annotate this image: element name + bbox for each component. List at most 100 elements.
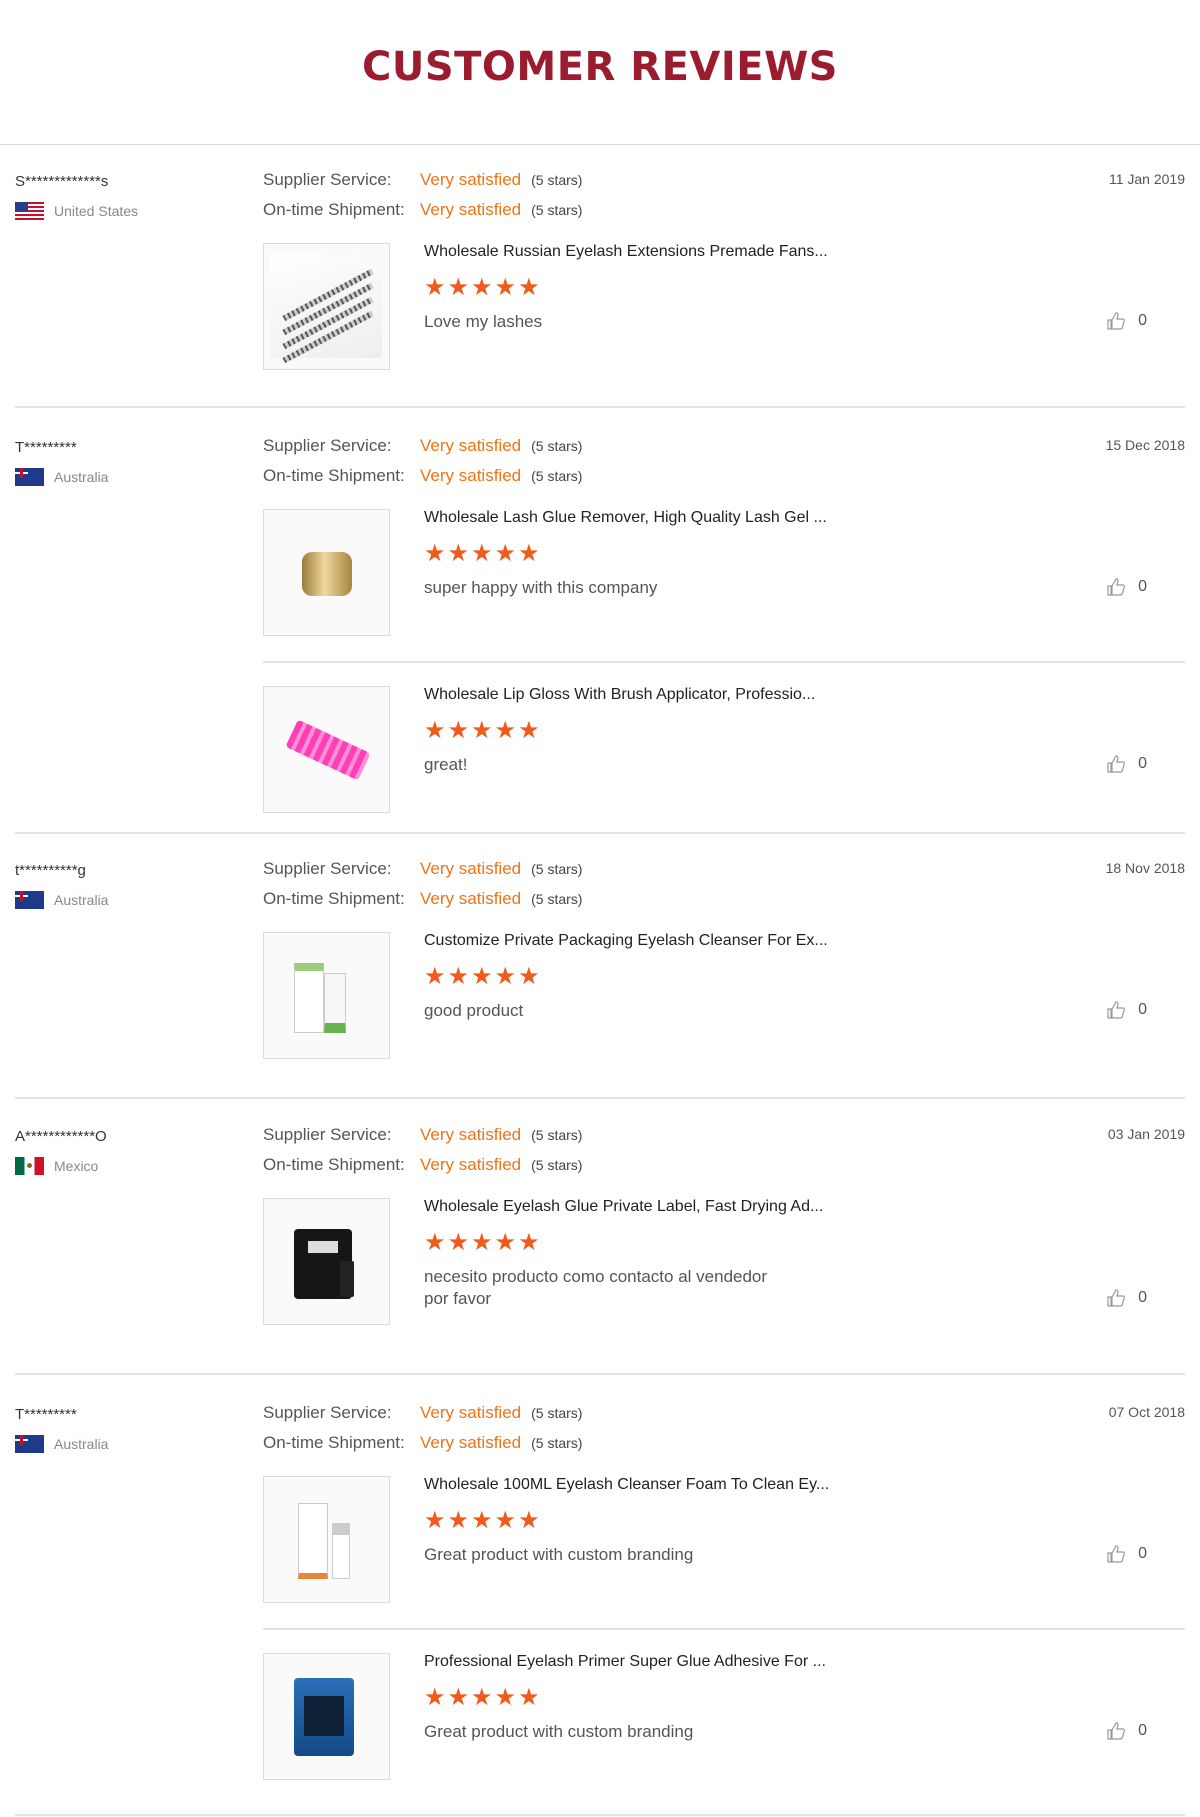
product-name-link[interactable]: Wholesale Lash Glue Remover, High Qualit… [424, 509, 827, 527]
reviewer-name: T********* [15, 1406, 77, 1423]
review-comment: super happy with this company [424, 578, 658, 597]
us-flag-icon [15, 202, 44, 220]
ontime-shipment-value: Very satisfied [420, 466, 522, 485]
like-button[interactable]: 0 [1106, 754, 1147, 774]
rating-stars: ★★★★★ [424, 1507, 542, 1534]
review-comment-line: por favor [424, 1289, 492, 1308]
thumbs-up-icon [1107, 312, 1125, 330]
like-count: 0 [1138, 312, 1147, 329]
australia-flag-icon [15, 468, 44, 486]
ontime-shipment-label: On-time Shipment: [263, 1433, 405, 1452]
ontime-shipment-label: On-time Shipment: [263, 466, 405, 485]
product-thumbnail[interactable] [263, 1476, 390, 1603]
supplier-service-value: Very satisfied [420, 436, 522, 455]
supplier-service-label: Supplier Service: [263, 436, 392, 455]
like-button[interactable]: 0 [1106, 1000, 1147, 1020]
reviewer-country: Australia [15, 1435, 108, 1453]
product-thumbnail[interactable] [263, 509, 390, 636]
supplier-service-stars: (5 stars) [531, 438, 583, 454]
review-date: 18 Nov 2018 [1105, 860, 1185, 876]
ontime-shipment-value: Very satisfied [420, 1433, 522, 1452]
header-divider [0, 144, 1200, 145]
review-date: 07 Oct 2018 [1108, 1404, 1185, 1420]
product-name-link[interactable]: Wholesale Eyelash Glue Private Label, Fa… [424, 1198, 823, 1216]
like-button[interactable]: 0 [1106, 1721, 1147, 1741]
ontime-shipment-stars: (5 stars) [531, 202, 583, 218]
product-name-link[interactable]: Wholesale Lip Gloss With Brush Applicato… [424, 686, 815, 704]
reviewer-country: Australia [15, 468, 108, 486]
country-label: United States [54, 203, 139, 219]
product-thumbnail[interactable] [263, 1653, 390, 1780]
thumbs-up-icon [1107, 755, 1125, 773]
review-divider [15, 832, 1185, 834]
review-divider [15, 406, 1185, 408]
review-divider [15, 1097, 1185, 1099]
item-divider [263, 661, 1185, 663]
product-thumbnail[interactable] [263, 1198, 390, 1325]
review-comment-line: necesito producto como contacto al vende… [424, 1267, 768, 1286]
like-count: 0 [1138, 1001, 1147, 1018]
item-divider [263, 1628, 1185, 1630]
review-comment: necesito producto como contacto al vende… [424, 1266, 844, 1310]
supplier-service-value: Very satisfied [420, 170, 522, 189]
like-button[interactable]: 0 [1106, 311, 1147, 331]
rating-stars: ★★★★★ [424, 1229, 542, 1256]
reviewer-name: T********* [15, 439, 77, 456]
supplier-service-value: Very satisfied [420, 859, 522, 878]
product-thumbnail[interactable] [263, 932, 390, 1059]
like-button[interactable]: 0 [1106, 1288, 1147, 1308]
country-label: Australia [54, 469, 109, 485]
country-label: Australia [54, 1436, 109, 1452]
supplier-service-value: Very satisfied [420, 1125, 522, 1144]
review-comment: great! [424, 755, 468, 774]
ratings-block: Supplier Service: Very satisfied (5 stars)… [263, 854, 582, 914]
ontime-shipment-label: On-time Shipment: [263, 1155, 405, 1174]
ontime-shipment-stars: (5 stars) [531, 1435, 583, 1451]
review-comment: Great product with custom branding [424, 1545, 694, 1564]
ontime-shipment-value: Very satisfied [420, 200, 522, 219]
rating-stars: ★★★★★ [424, 540, 542, 567]
review-divider [15, 1373, 1185, 1375]
australia-flag-icon [15, 1435, 44, 1453]
product-name-link[interactable]: Wholesale 100ML Eyelash Cleanser Foam To… [424, 1476, 829, 1494]
supplier-service-label: Supplier Service: [263, 1125, 392, 1144]
product-name-link[interactable]: Customize Private Packaging Eyelash Clea… [424, 932, 828, 950]
like-count: 0 [1138, 1722, 1147, 1739]
like-count: 0 [1138, 1289, 1147, 1306]
ontime-shipment-stars: (5 stars) [531, 468, 583, 484]
page-title: CUSTOMER REVIEWS [361, 44, 838, 90]
product-name-link[interactable]: Wholesale Russian Eyelash Extensions Pre… [424, 243, 828, 261]
supplier-service-value: Very satisfied [420, 1403, 522, 1422]
rating-stars: ★★★★★ [424, 717, 542, 744]
review-comment: good product [424, 1001, 524, 1020]
supplier-service-stars: (5 stars) [531, 1127, 583, 1143]
review-date: 11 Jan 2019 [1108, 171, 1185, 187]
ratings-block: Supplier Service: Very satisfied (5 stars)… [263, 431, 582, 491]
reviewer-name: S*************s [15, 173, 109, 190]
product-thumbnail[interactable] [263, 243, 390, 370]
ontime-shipment-label: On-time Shipment: [263, 200, 405, 219]
ontime-shipment-value: Very satisfied [420, 1155, 522, 1174]
supplier-service-label: Supplier Service: [263, 1403, 392, 1422]
country-label: Australia [54, 892, 109, 908]
ontime-shipment-stars: (5 stars) [531, 891, 583, 907]
like-button[interactable]: 0 [1106, 1544, 1147, 1564]
thumbs-up-icon [1107, 1289, 1125, 1307]
product-name-link[interactable]: Professional Eyelash Primer Super Glue A… [424, 1653, 826, 1671]
product-thumbnail[interactable] [263, 686, 390, 813]
ratings-block: Supplier Service: Very satisfied (5 stars)… [263, 1120, 582, 1180]
reviewer-country: United States [15, 202, 138, 220]
review-date: 15 Dec 2018 [1105, 437, 1185, 453]
ontime-shipment-value: Very satisfied [420, 889, 522, 908]
thumbs-up-icon [1107, 1545, 1125, 1563]
country-label: Mexico [54, 1158, 99, 1174]
australia-flag-icon [15, 891, 44, 909]
like-button[interactable]: 0 [1106, 577, 1147, 597]
supplier-service-stars: (5 stars) [531, 172, 583, 188]
review-comment: Love my lashes [424, 312, 543, 331]
review-divider [15, 1814, 1185, 1816]
supplier-service-label: Supplier Service: [263, 170, 392, 189]
rating-stars: ★★★★★ [424, 274, 542, 301]
supplier-service-label: Supplier Service: [263, 859, 392, 878]
like-count: 0 [1138, 755, 1147, 772]
